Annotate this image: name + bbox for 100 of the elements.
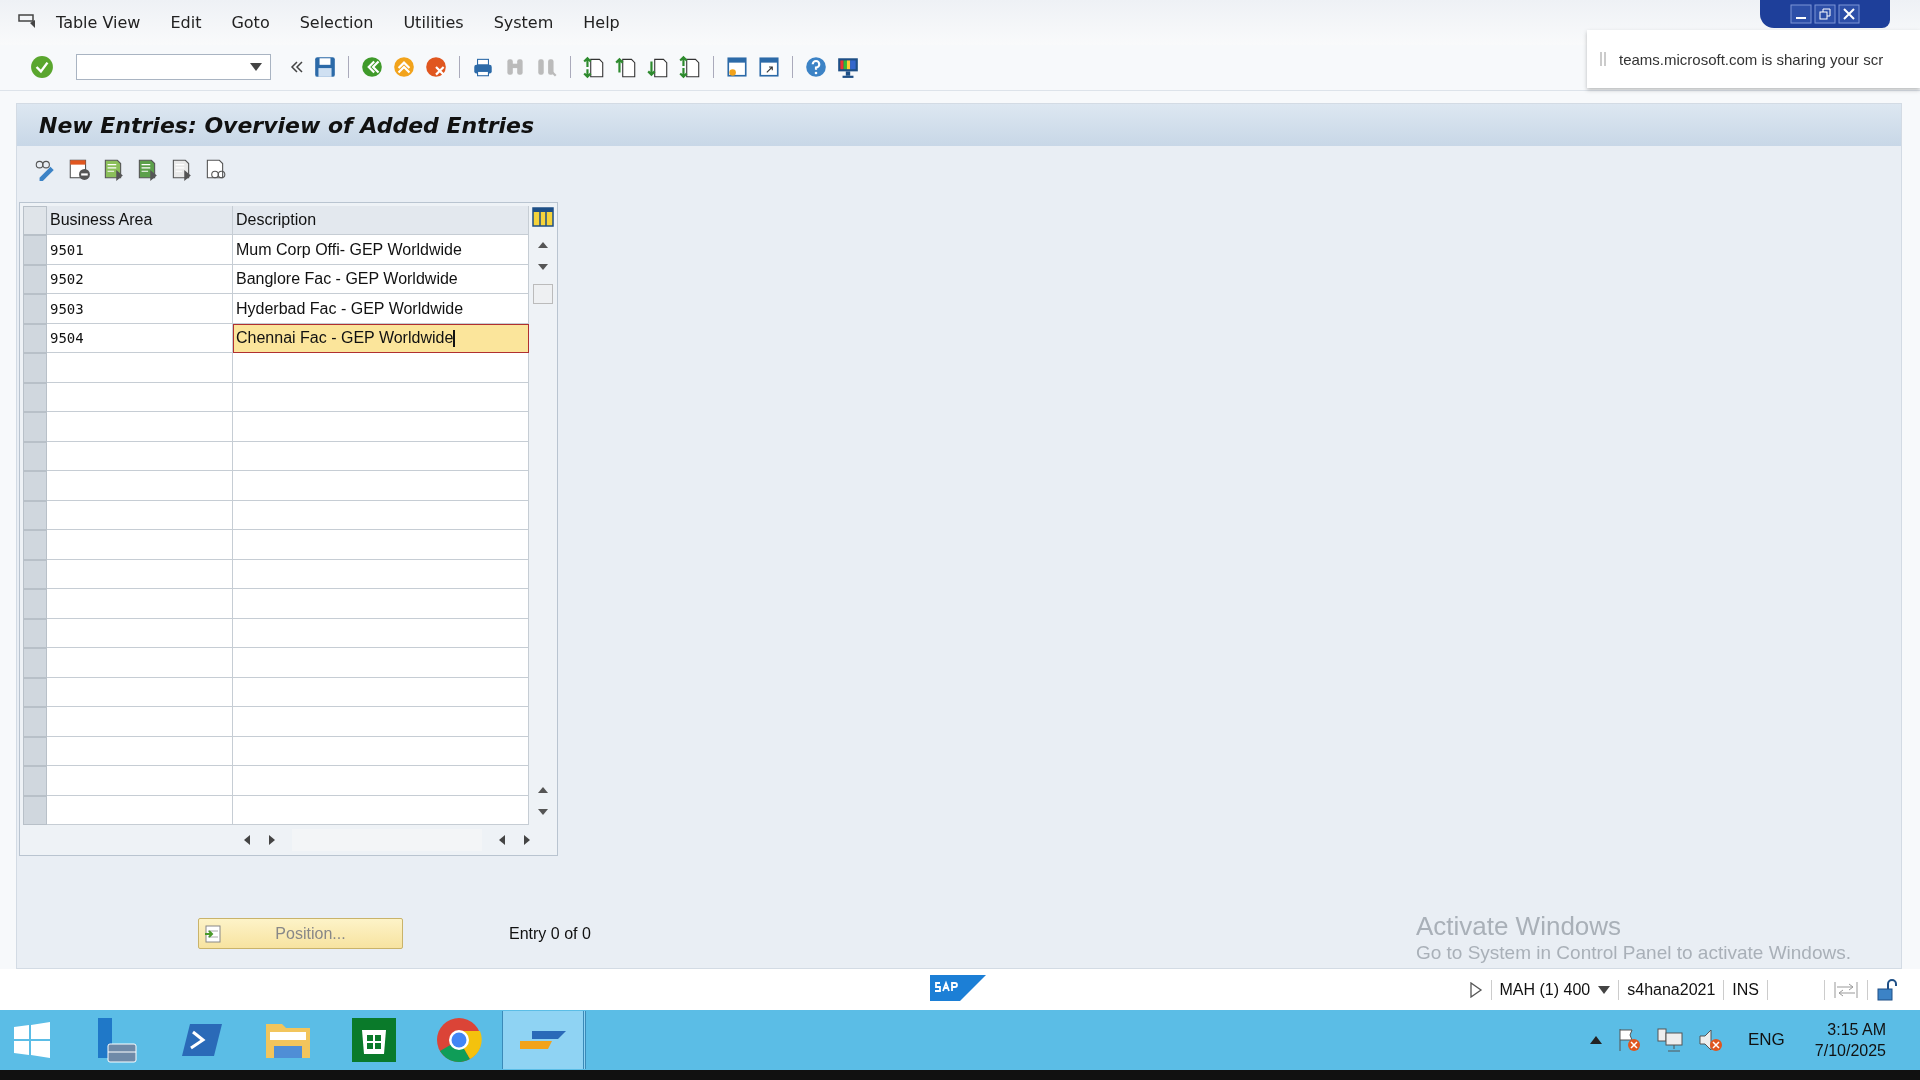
- table-cell[interactable]: [233, 382, 529, 413]
- command-field[interactable]: [76, 54, 271, 81]
- last-page-icon[interactable]: [678, 55, 702, 80]
- clock-date[interactable]: 7/10/2025: [1814, 1040, 1886, 1062]
- table-cell[interactable]: [47, 412, 233, 442]
- scrollbar-thumb[interactable]: [533, 284, 553, 305]
- table-cell[interactable]: [47, 530, 233, 560]
- description-field[interactable]: Mum Corp Offi- GEP Worldwide: [233, 235, 529, 265]
- tray-arrow-icon[interactable]: [1589, 1036, 1602, 1045]
- description-field[interactable]: Banglore Fac - GEP Worldwide: [233, 264, 529, 295]
- row-selector[interactable]: [23, 618, 47, 649]
- table-cell[interactable]: [47, 441, 233, 472]
- restore-icon[interactable]: [1814, 4, 1836, 24]
- description-field[interactable]: Hyderbad Fac - GEP Worldwide: [233, 294, 529, 324]
- row-selector[interactable]: [23, 412, 47, 442]
- back-icon[interactable]: [360, 55, 384, 80]
- table-cell[interactable]: [47, 707, 233, 737]
- row-selector[interactable]: [23, 559, 47, 590]
- row-selector[interactable]: [23, 264, 47, 295]
- table-cell[interactable]: [233, 707, 529, 737]
- enter-icon[interactable]: [30, 55, 54, 80]
- scroll-up-icon[interactable]: [537, 785, 549, 796]
- column-settings-icon[interactable]: [532, 206, 554, 229]
- table-cell[interactable]: [47, 589, 233, 619]
- help-icon[interactable]: [804, 55, 828, 80]
- table-cell[interactable]: [47, 648, 233, 678]
- row-selector[interactable]: [23, 382, 47, 413]
- table-cell[interactable]: [233, 736, 529, 767]
- table-cell[interactable]: [233, 618, 529, 649]
- row-selector[interactable]: [23, 707, 47, 737]
- row-selector[interactable]: [23, 795, 47, 826]
- new-window-icon[interactable]: [725, 55, 749, 80]
- row-selector[interactable]: [23, 471, 47, 501]
- row-selector[interactable]: [23, 677, 47, 708]
- table-cell[interactable]: [47, 677, 233, 708]
- network-icon[interactable]: [1655, 1027, 1684, 1054]
- expand-icon[interactable]: [1468, 981, 1483, 998]
- table-cell[interactable]: [233, 589, 529, 619]
- row-selector[interactable]: [23, 736, 47, 767]
- row-selector[interactable]: [23, 353, 47, 383]
- table-cell[interactable]: [233, 530, 529, 560]
- table-cell[interactable]: [233, 795, 529, 826]
- first-page-icon[interactable]: [582, 55, 606, 80]
- exit-icon[interactable]: [392, 55, 416, 80]
- table-cell[interactable]: [233, 559, 529, 590]
- table-cell[interactable]: [233, 412, 529, 442]
- scroll-up-icon[interactable]: [537, 240, 549, 251]
- table-cell[interactable]: [47, 559, 233, 590]
- row-selector[interactable]: [23, 648, 47, 678]
- previous-page-icon[interactable]: [614, 55, 638, 80]
- row-selector[interactable]: [23, 530, 47, 560]
- menu-item[interactable]: Help: [583, 12, 620, 32]
- menu-item[interactable]: Table View: [56, 12, 141, 32]
- row-selector[interactable]: [23, 235, 47, 265]
- table-cell[interactable]: [47, 736, 233, 767]
- table-cell[interactable]: [233, 353, 529, 383]
- row-selector[interactable]: [23, 500, 47, 531]
- volume-muted-icon[interactable]: [1697, 1027, 1724, 1054]
- menu-item[interactable]: Selection: [299, 12, 374, 32]
- dropdown-icon[interactable]: [250, 63, 262, 72]
- system-info[interactable]: MAH (1) 400: [1499, 980, 1591, 999]
- table-cell[interactable]: [233, 677, 529, 708]
- monitor-icon[interactable]: [836, 55, 860, 80]
- minimize-icon[interactable]: [1790, 4, 1812, 24]
- column-header[interactable]: Description: [233, 206, 529, 236]
- table-cell[interactable]: [47, 618, 233, 649]
- scroll-right-icon[interactable]: [522, 834, 532, 847]
- select-all-cell[interactable]: [23, 206, 47, 236]
- lock-icon[interactable]: [1876, 977, 1900, 1002]
- taskbar-active-app[interactable]: [502, 1011, 586, 1070]
- row-selector[interactable]: [23, 323, 47, 354]
- drag-handle-icon[interactable]: [1599, 51, 1607, 67]
- table-cell[interactable]: [233, 441, 529, 472]
- cancel-icon[interactable]: [424, 55, 448, 80]
- column-header[interactable]: Business Area: [47, 206, 233, 236]
- row-selector[interactable]: [23, 766, 47, 796]
- menu-item[interactable]: Edit: [170, 12, 202, 32]
- description-field[interactable]: Chennai Fac - GEP Worldwide: [233, 323, 529, 354]
- store-icon[interactable]: [352, 1018, 396, 1063]
- dropdown-icon[interactable]: [1598, 985, 1611, 994]
- menu-item[interactable]: Utilities: [403, 12, 464, 32]
- scroll-left-icon[interactable]: [242, 834, 252, 847]
- table-cell[interactable]: [47, 382, 233, 413]
- browser-icon[interactable]: [436, 1017, 482, 1064]
- language-indicator[interactable]: ENG: [1747, 1030, 1785, 1051]
- start-icon[interactable]: [12, 1022, 52, 1059]
- table-cell[interactable]: [233, 648, 529, 678]
- save-icon[interactable]: [313, 55, 337, 80]
- table-cell[interactable]: [47, 471, 233, 501]
- row-selector[interactable]: [23, 589, 47, 619]
- row-selector[interactable]: [23, 441, 47, 472]
- close-icon[interactable]: [1838, 4, 1860, 24]
- table-cell[interactable]: [47, 353, 233, 383]
- table-cell[interactable]: [233, 500, 529, 531]
- scroll-right-icon[interactable]: [267, 834, 277, 847]
- table-cell[interactable]: [47, 500, 233, 531]
- table-cell[interactable]: [47, 795, 233, 826]
- delete-row-icon[interactable]: [67, 157, 91, 182]
- clock-time[interactable]: 3:15 AM: [1827, 1018, 1886, 1041]
- row-selector[interactable]: [23, 294, 47, 324]
